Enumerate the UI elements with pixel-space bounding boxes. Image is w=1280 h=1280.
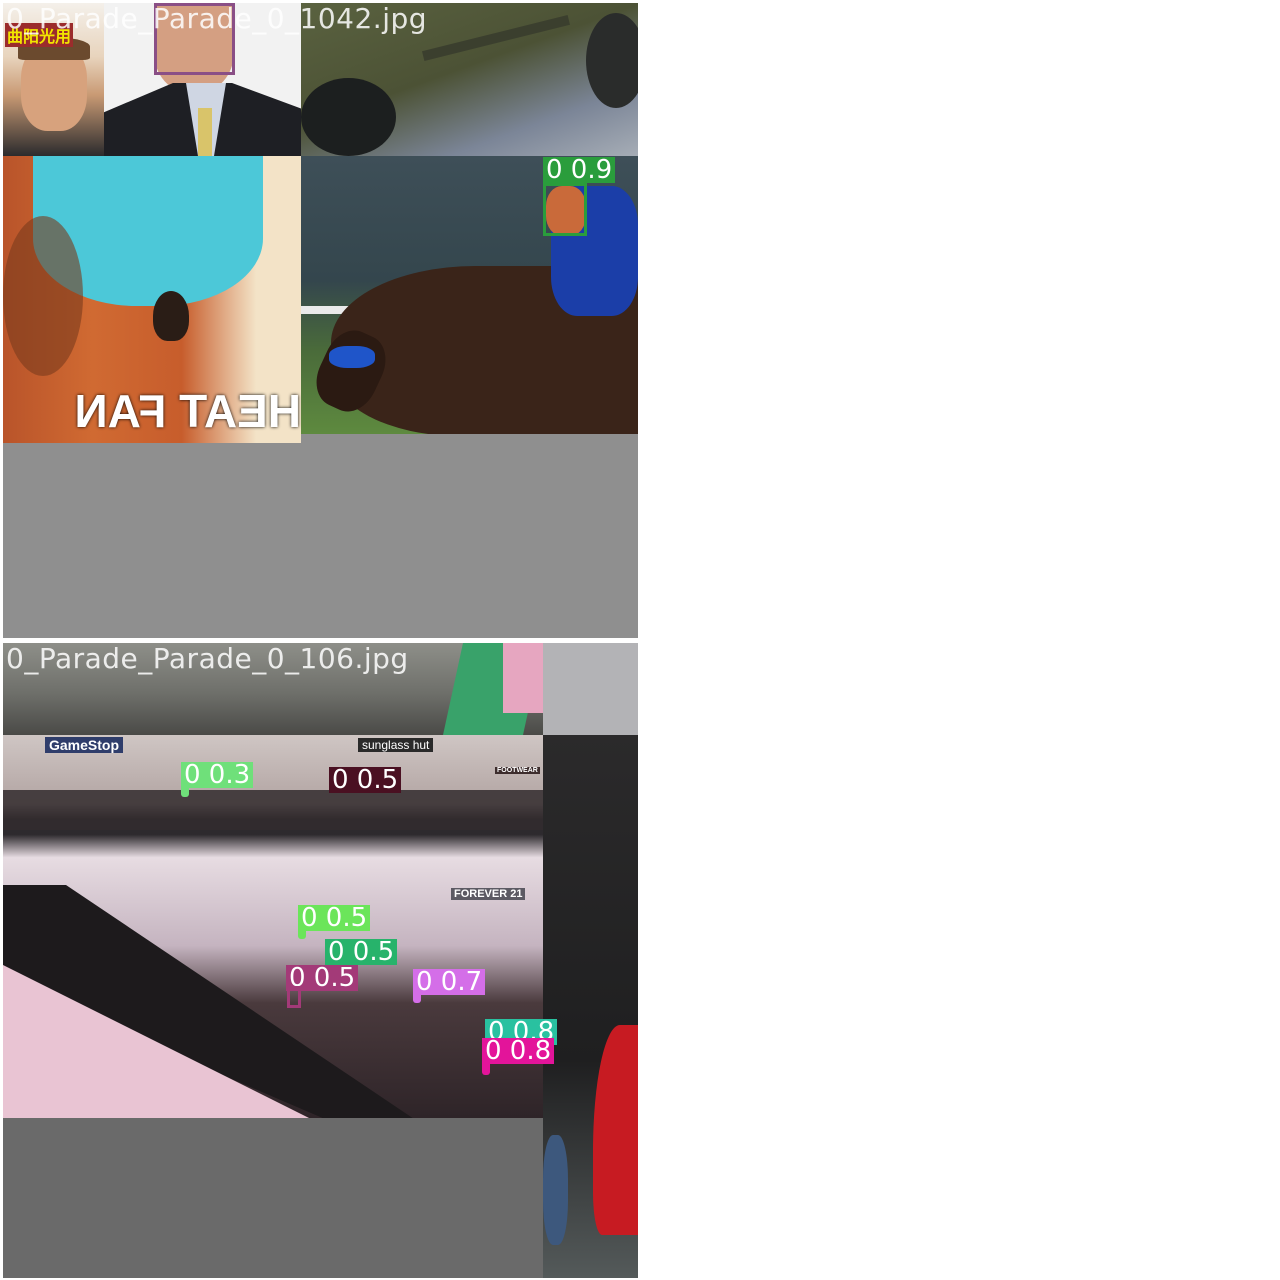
- detection-box: [413, 989, 421, 1003]
- detection-label: 0 0.5: [298, 905, 371, 931]
- image-filename: 0_Parade_Parade_0_1042.jpg: [6, 3, 428, 35]
- detection-label: 0 0.8: [482, 1038, 555, 1064]
- mirrored-caption: HEAT FAN FO: [74, 385, 301, 443]
- photo-mall-crowd: GameStop sunglass hut FOOTWEAR FOREVER 2…: [3, 735, 543, 1118]
- detection-label: 0 0.5: [329, 767, 402, 793]
- mosaic-tile-bottom: GameStop sunglass hut FOOTWEAR FOREVER 2…: [3, 643, 638, 1278]
- detection-box: [482, 1061, 490, 1075]
- detection-label: 0 0.5: [325, 939, 398, 965]
- detection-label: 0 0.3: [181, 762, 254, 788]
- image-filename: 0_Parade_Parade_0_106.jpg: [6, 643, 409, 675]
- photo-parade-red-costume: [543, 735, 638, 1278]
- detection-label: 0 0.7: [413, 969, 486, 995]
- detection-box: [181, 783, 189, 797]
- store-sign-footwear: FOOTWEAR: [495, 767, 540, 774]
- detection-box: [298, 925, 306, 939]
- store-sign-forever21: FOREVER 21: [451, 888, 526, 900]
- photo-heat-fan: HEAT FAN FO: [3, 156, 301, 443]
- store-sign-gamestop: GameStop: [45, 737, 124, 753]
- photo-jockey-horse: [301, 156, 638, 434]
- face-box: [543, 183, 587, 236]
- detection-box: [287, 986, 301, 1008]
- mosaic-tile-top: 曲阳光用 HEAT FAN FO 0 0.9 0_Parade_Parade_0…: [3, 3, 638, 638]
- store-sign-sunglass-hut: sunglass hut: [358, 738, 434, 752]
- detection-label: 0 0.9: [543, 157, 616, 183]
